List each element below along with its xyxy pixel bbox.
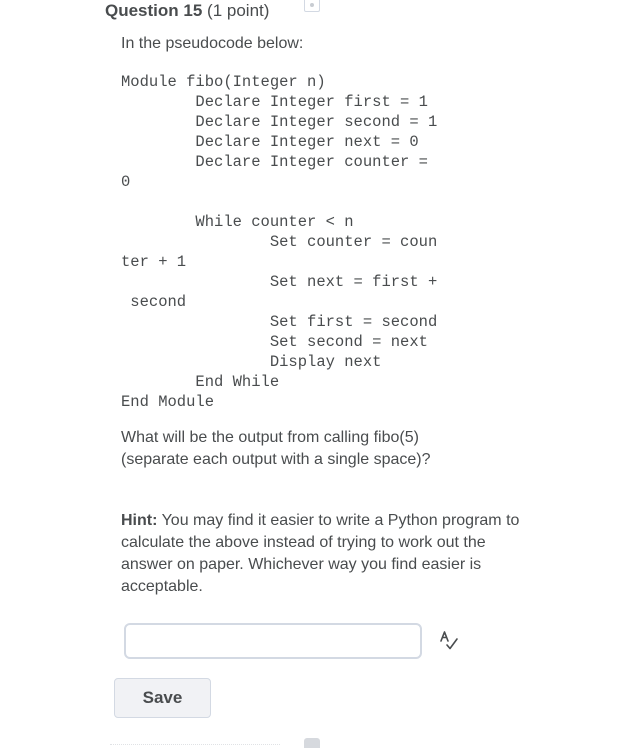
prompt-line-2: (separate each output with a single spac… — [121, 451, 431, 468]
pseudocode-block: Module fibo(Integer n) Declare Integer f… — [121, 73, 438, 411]
next-flag-icon[interactable] — [304, 738, 320, 748]
save-button[interactable]: Save — [114, 678, 211, 718]
question-header: Question 15 (1 point) — [105, 0, 269, 22]
hint-text: You may find it easier to write a Python… — [121, 512, 520, 595]
question-points: (1 point) — [207, 1, 270, 20]
hint-paragraph: Hint: You may find it easier to write a … — [121, 510, 521, 598]
prompt-line-1: What will be the output from calling fib… — [121, 429, 419, 446]
flag-question-icon[interactable] — [304, 0, 320, 12]
answer-input[interactable] — [124, 623, 422, 659]
spellcheck-icon[interactable] — [438, 630, 460, 652]
hint-label: Hint: — [121, 512, 158, 529]
question-prompt: What will be the output from calling fib… — [121, 427, 521, 471]
question-intro: In the pseudocode below: — [121, 35, 304, 52]
question-title: Question 15 — [105, 1, 203, 20]
